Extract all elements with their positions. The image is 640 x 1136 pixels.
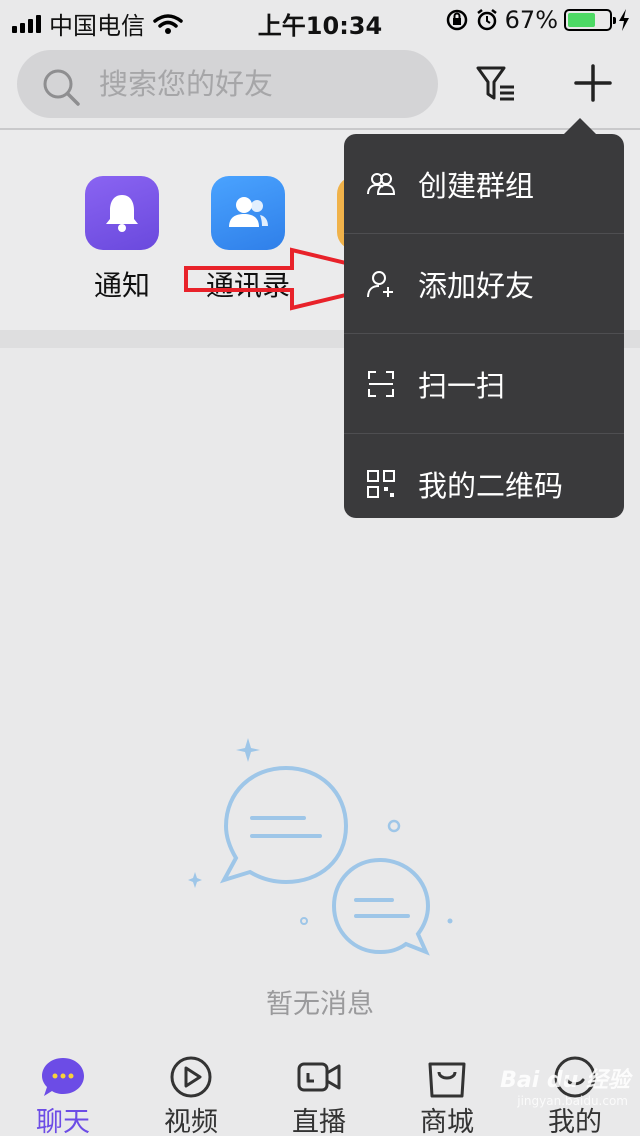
menu-item-label: 扫一扫 <box>418 368 506 403</box>
charging-icon <box>619 9 629 31</box>
tab-label: 视频 <box>164 1107 218 1136</box>
play-icon <box>170 1056 212 1098</box>
tab-label: 商城 <box>420 1107 474 1136</box>
watermark-url: jingyan.baidu.com <box>517 1094 628 1108</box>
menu-item-scan[interactable]: 扫一扫 <box>344 334 624 434</box>
empty-chat-illustration-icon <box>188 738 453 956</box>
empty-state-text: 暂无消息 <box>266 989 374 1020</box>
add-friend-icon <box>367 270 393 297</box>
tab-label: 直播 <box>292 1107 346 1136</box>
group-icon <box>367 172 396 195</box>
alarm-icon <box>476 9 497 31</box>
orientation-lock-icon <box>446 9 467 31</box>
tab-live[interactable]: 直播 <box>264 1054 374 1136</box>
menu-item-create-group[interactable]: 创建群组 <box>344 134 624 234</box>
status-bar: 中国电信 上午10:34 67% <box>0 0 640 40</box>
chat-bubble-icon <box>42 1058 84 1096</box>
battery-fill <box>568 13 595 27</box>
search-input[interactable] <box>99 62 419 106</box>
status-right: 67% <box>445 6 630 34</box>
search-icon <box>43 69 80 106</box>
camera-icon <box>297 1062 341 1092</box>
scan-icon <box>368 370 394 397</box>
menu-item-label: 我的二维码 <box>418 469 564 503</box>
quick-entry-label: 通知 <box>93 269 150 302</box>
menu-item-my-qr[interactable]: 我的二维码 <box>344 434 624 518</box>
watermark-brand: Bai du 经验 <box>500 1068 630 1093</box>
quick-entry-notice[interactable]: 通知 <box>62 176 182 304</box>
menu-caret <box>564 118 596 134</box>
battery-percent: 67% <box>504 6 558 34</box>
battery-icon <box>564 9 616 31</box>
add-menu: 创建群组 添加好友 扫一扫 我的二维码 <box>344 134 624 518</box>
contacts-icon <box>211 176 285 250</box>
tab-mall[interactable]: 商城 <box>392 1054 502 1136</box>
filter-list-icon[interactable] <box>474 62 518 106</box>
menu-item-label: 创建群组 <box>418 168 535 203</box>
bell-icon <box>85 176 159 250</box>
plus-icon[interactable] <box>570 60 616 106</box>
shopping-bag-icon <box>428 1062 466 1098</box>
search-bar[interactable] <box>17 50 438 118</box>
qr-code-icon <box>367 470 395 498</box>
menu-item-label: 添加好友 <box>418 268 535 303</box>
tab-label: 聊天 <box>36 1107 90 1136</box>
tab-video[interactable]: 视频 <box>136 1054 246 1136</box>
tab-chat[interactable]: 聊天 <box>8 1054 118 1136</box>
menu-item-add-friend[interactable]: 添加好友 <box>344 234 624 334</box>
